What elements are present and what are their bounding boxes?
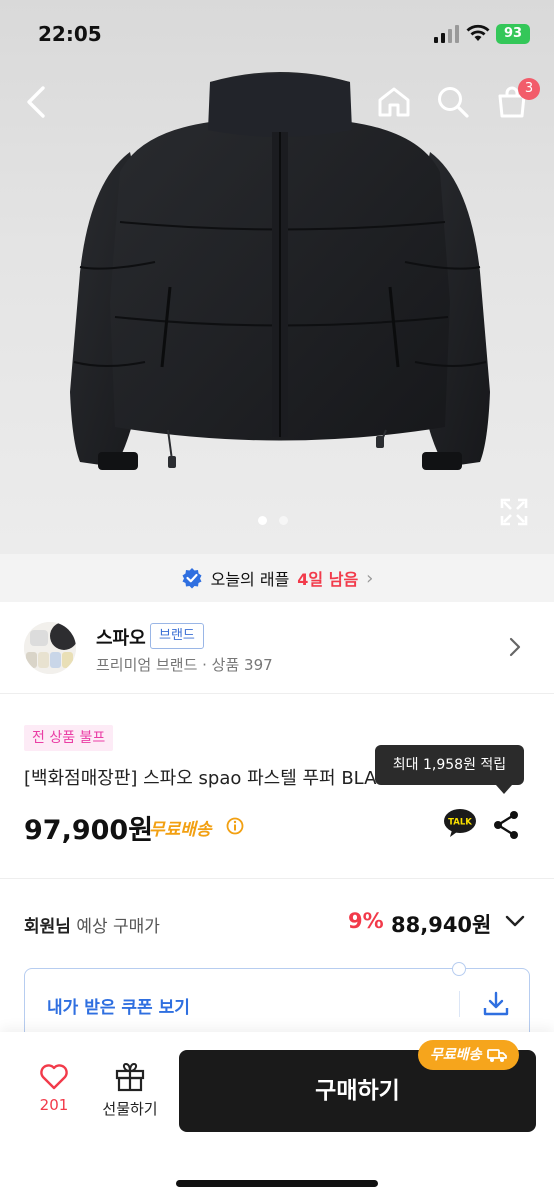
expand-icon[interactable] xyxy=(498,496,530,528)
brand-avatar xyxy=(24,622,76,674)
back-button[interactable] xyxy=(14,80,58,124)
free-shipping-badge: 무료배송 xyxy=(418,1040,519,1070)
status-bar: 22:05 93 xyxy=(0,0,554,66)
coupon-separator xyxy=(459,991,460,1017)
verified-badge-icon xyxy=(182,568,202,589)
status-time: 22:05 xyxy=(38,22,102,46)
kakao-talk-icon[interactable]: TALK xyxy=(443,808,477,838)
chevron-right-icon: › xyxy=(366,567,374,589)
coupon-notch xyxy=(452,962,466,976)
heart-icon xyxy=(40,1064,68,1090)
info-icon[interactable] xyxy=(226,817,244,835)
share-icon[interactable] xyxy=(492,810,520,840)
points-tooltip: 최대 1,958원 적립 xyxy=(375,745,524,794)
brand-name: 스파오 xyxy=(96,628,146,649)
carousel-dot[interactable] xyxy=(279,516,288,525)
cart-count-badge: 3 xyxy=(518,78,540,100)
bottom-action-bar: 201 선물하기 구매하기 무료배송 xyxy=(0,1032,554,1200)
download-icon[interactable] xyxy=(481,989,511,1019)
member-discount: 9% xyxy=(348,909,384,933)
divider xyxy=(0,878,554,879)
free-shipping-badge-label: 무료배송 xyxy=(430,1047,482,1063)
raffle-remaining: 4일 남음 xyxy=(297,570,359,589)
home-indicator xyxy=(176,1180,378,1187)
chevron-down-icon[interactable] xyxy=(504,914,526,928)
brand-tag: 브랜드 xyxy=(150,623,204,649)
member-price: 88,940원 xyxy=(391,913,492,937)
product-title: [백화점매장판] 스파오 spao 파스텔 푸퍼 BLACK xyxy=(24,768,401,789)
member-who: 회원님 xyxy=(24,917,71,937)
svg-text:TALK: TALK xyxy=(448,818,472,828)
chevron-right-icon xyxy=(509,637,521,657)
wifi-icon xyxy=(466,24,490,41)
gift-label: 선물하기 xyxy=(102,1100,158,1118)
carousel-dots xyxy=(258,516,288,525)
coupon-box[interactable]: 내가 받은 쿠폰 보기 xyxy=(24,962,530,1040)
gift-icon xyxy=(115,1062,145,1092)
member-label-text: 예상 구매가 xyxy=(76,917,160,937)
coupon-label: 내가 받은 쿠폰 보기 xyxy=(47,998,190,1018)
truck-icon xyxy=(486,1049,507,1062)
gift-button[interactable]: 선물하기 xyxy=(98,1062,162,1119)
brand-subtitle: 프리미엄 브랜드 · 상품 397 xyxy=(96,656,273,674)
free-shipping-label: 무료배송 xyxy=(149,820,212,840)
raffle-banner[interactable]: 오늘의 래플 4일 남음 › xyxy=(0,554,554,602)
product-price: 97,900원 xyxy=(24,815,154,846)
carousel-dot[interactable] xyxy=(258,516,267,525)
signal-icon xyxy=(434,25,459,43)
product-photo xyxy=(70,72,490,470)
like-button[interactable]: 201 xyxy=(30,1062,78,1114)
sale-tag: 전 상품 불프 xyxy=(24,725,114,751)
brand-row[interactable]: 스파오 브랜드 프리미엄 브랜드 · 상품 397 xyxy=(0,602,554,694)
member-price-label: 회원님 예상 구매가 xyxy=(24,912,160,937)
raffle-label: 오늘의 래플 xyxy=(210,570,290,589)
chevron-left-icon xyxy=(27,86,45,118)
battery-indicator: 93 xyxy=(496,24,530,44)
like-count: 201 xyxy=(39,1096,69,1114)
product-image-carousel[interactable]: 22:05 93 3 xyxy=(0,0,554,554)
